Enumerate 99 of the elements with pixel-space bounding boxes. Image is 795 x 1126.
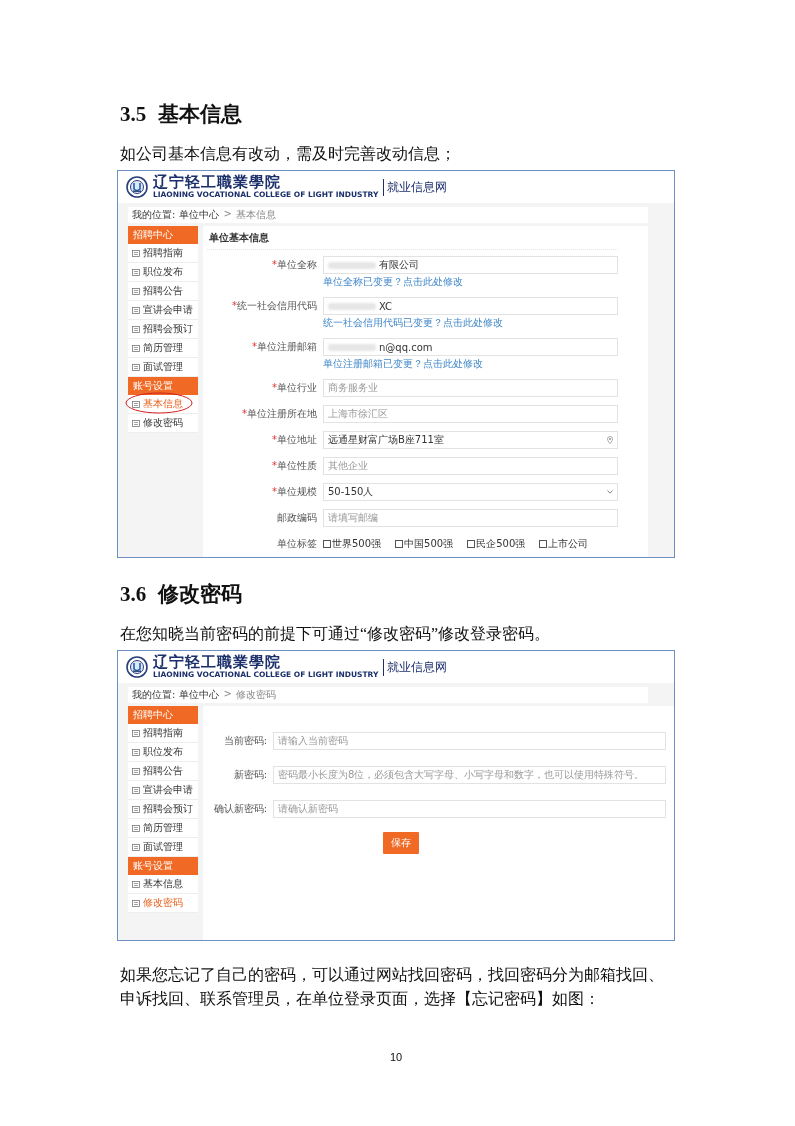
school-name: 辽宁轻工職業學院 [153, 175, 282, 191]
list-icon [132, 268, 140, 276]
sidebar-item[interactable]: 招聘公告 [128, 762, 198, 781]
redacted-text-block [328, 302, 376, 310]
site-name: 就业信息网 [383, 178, 448, 196]
caret-icon [607, 490, 613, 494]
field-label: *单位地址 [271, 433, 317, 447]
list-icon [132, 363, 140, 371]
change-link[interactable]: 点击此处修改 [403, 276, 463, 287]
body-paragraph: 如公司基本信息有改动，需及时完善改动信息； [120, 144, 457, 164]
breadcrumb-label: 我的位置: [132, 688, 176, 702]
sidebar-section-header: 招聘中心 [128, 226, 198, 244]
breadcrumb-link[interactable]: 单位中心 [179, 688, 220, 702]
sidebar-item[interactable]: 宣讲会申请 [128, 301, 198, 320]
list-icon [132, 767, 140, 775]
location-pin-icon [607, 436, 613, 444]
body-paragraph: 如果您忘记了自己的密码，可以通过网站找回密码，找回密码分为邮箱找回、申诉找回、联系管理员，在单位登录页面，选择【忘记密码】如图： [120, 965, 665, 1009]
list-icon [132, 306, 140, 314]
sidebar-item[interactable]: 宣讲会申请 [128, 781, 198, 800]
checkbox[interactable] [395, 540, 404, 548]
list-icon [132, 419, 140, 427]
breadcrumb-link[interactable]: 修改密码 [235, 688, 276, 702]
list-icon [132, 880, 140, 888]
checkbox-label: 世界500强 [332, 537, 382, 551]
sidebar-item[interactable]: 职位发布 [128, 263, 198, 282]
field-label: 邮政编码 [276, 511, 317, 525]
change-link[interactable]: 点击此处修改 [423, 358, 483, 369]
sidebar-section-header: 账号设置 [128, 857, 198, 875]
site-name: 就业信息网 [383, 658, 448, 676]
checkbox-label: 上市公司 [548, 537, 589, 551]
checkbox[interactable] [467, 540, 476, 548]
section-title: 修改密码 [158, 581, 243, 608]
sidebar-section-header: 账号设置 [128, 377, 198, 395]
sidebar-item[interactable]: 修改密码 [128, 414, 198, 433]
checkbox[interactable] [323, 540, 331, 548]
change-hint-text: 统一社会信用代码已变更？点击此处修改 [323, 316, 504, 330]
sidebar-item[interactable]: 简历管理 [128, 819, 198, 838]
school-name: 辽宁轻工職業學院 [153, 655, 282, 671]
page-number: 10 [388, 1051, 404, 1063]
change-hint-text: 单位注册邮箱已变更？点击此处修改 [323, 357, 484, 371]
list-icon [132, 249, 140, 257]
sidebar-item[interactable]: 职位发布 [128, 743, 198, 762]
sidebar-item[interactable]: 招聘会预订 [128, 320, 198, 339]
field-label: *单位性质 [271, 459, 317, 473]
field-label: *单位行业 [271, 381, 317, 395]
panel-title: 单位基本信息 [207, 229, 618, 250]
field-label: 确认新密码: [212, 802, 267, 816]
section-number: 3.6 [120, 582, 147, 607]
list-icon [132, 287, 140, 295]
section-title: 基本信息 [158, 101, 243, 128]
checkbox[interactable] [539, 540, 548, 548]
breadcrumb-link[interactable]: 单位中心 [179, 208, 220, 222]
sidebar-section-header: 招聘中心 [128, 706, 198, 724]
section-number: 3.5 [120, 102, 147, 127]
list-icon [132, 899, 140, 907]
list-icon [132, 843, 140, 851]
list-icon [132, 344, 140, 352]
field-label: 当前密码: [222, 734, 267, 748]
highlight-mark [125, 392, 193, 414]
input-field[interactable]: 远通星财富广场B座711室 [323, 431, 618, 449]
emblem-icon [126, 176, 148, 198]
sidebar-item[interactable]: 招聘指南 [128, 244, 198, 263]
breadcrumb-label: 我的位置: [132, 208, 176, 222]
input-field[interactable]: XC [323, 297, 618, 315]
list-icon [132, 729, 140, 737]
input-field[interactable]: 有限公司 [323, 256, 618, 274]
input-field[interactable]: n@qq.com [323, 338, 618, 356]
field-label: *统一社会信用代码 [231, 299, 317, 313]
list-icon [132, 400, 140, 408]
checkbox-label: 中国500强 [404, 537, 454, 551]
dropdown-field[interactable]: 50-150人 [323, 483, 618, 501]
list-icon [132, 824, 140, 832]
checkbox-label: 民企500强 [476, 537, 526, 551]
sidebar-item[interactable]: 简历管理 [128, 339, 198, 358]
change-hint-text: 单位全称已变更？点击此处修改 [323, 275, 464, 289]
body-paragraph: 在您知晓当前密码的前提下可通过“修改密码”修改登录密码。 [120, 624, 552, 644]
field-label: 新密码: [232, 768, 267, 782]
breadcrumb-separator: > [223, 208, 232, 221]
sidebar-item[interactable]: 招聘会预订 [128, 800, 198, 819]
sidebar-item[interactable]: 修改密码 [128, 894, 198, 913]
list-icon [132, 748, 140, 756]
field-label: *单位注册所在地 [241, 407, 317, 421]
sidebar-item[interactable]: 基本信息 [128, 875, 198, 894]
sidebar-item[interactable]: 招聘公告 [128, 282, 198, 301]
sidebar-item[interactable]: 招聘指南 [128, 724, 198, 743]
list-icon [132, 786, 140, 794]
breadcrumb-separator: > [223, 688, 232, 701]
list-icon [132, 805, 140, 813]
list-icon [132, 325, 140, 333]
field-label: *单位注册邮箱 [251, 340, 317, 354]
redacted-text-block [328, 343, 376, 351]
field-label: 单位标签 [276, 537, 317, 551]
breadcrumb-link[interactable]: 基本信息 [235, 208, 276, 222]
emblem-icon [126, 656, 148, 678]
field-label: *单位规模 [271, 485, 317, 499]
redacted-text-block [328, 261, 376, 269]
sidebar-item[interactable]: 基本信息 [128, 395, 198, 414]
change-link[interactable]: 点击此处修改 [443, 317, 503, 328]
field-label: *单位全称 [271, 258, 317, 272]
